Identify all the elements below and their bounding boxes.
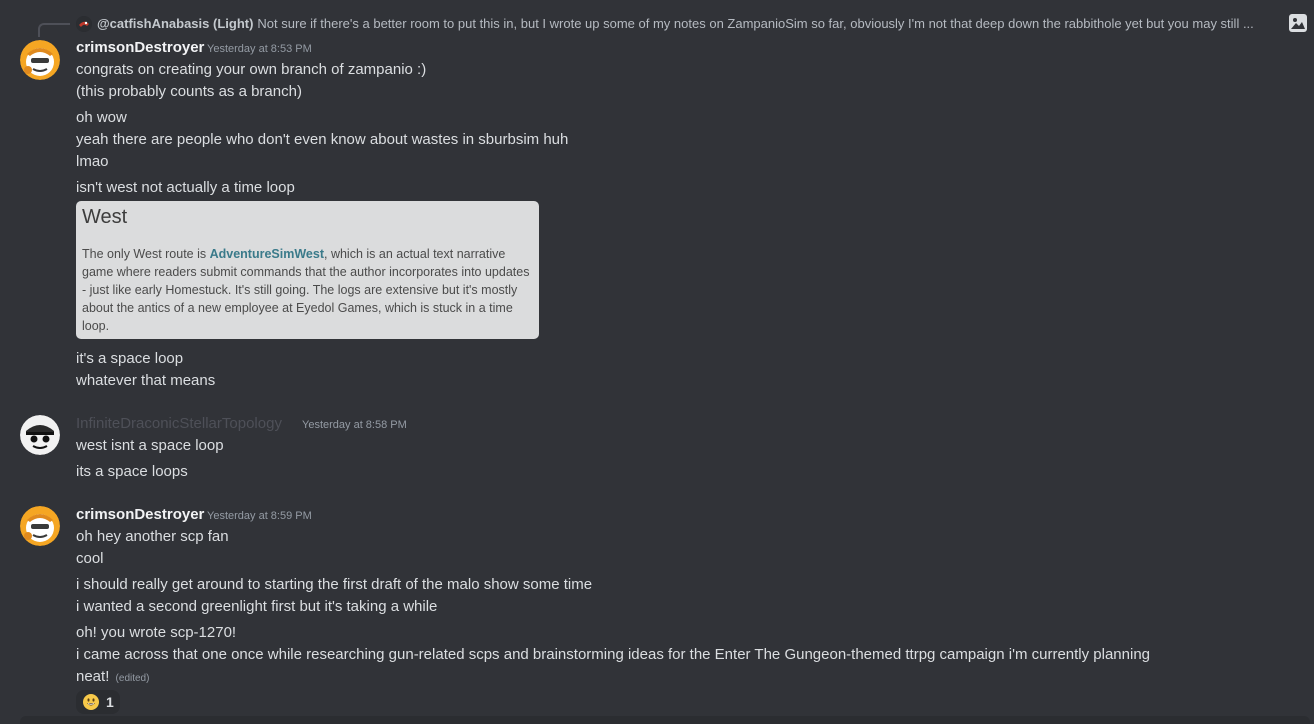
- message-text: its a space loops: [76, 463, 188, 480]
- image-embed[interactable]: West The only West route is AdventureSim…: [76, 201, 539, 339]
- edited-label: (edited): [115, 673, 150, 684]
- message-text: isn't west not actually a time loop: [76, 179, 295, 196]
- reaction-button[interactable]: 1: [76, 690, 120, 714]
- message-text: oh! you wrote scp-1270!: [76, 624, 237, 641]
- typing-bar: [20, 716, 1310, 724]
- reply-author-avatar[interactable]: [76, 16, 92, 32]
- embed-body: The only West route is AdventureSimWest,…: [82, 245, 534, 335]
- message-text: whatever that means: [76, 372, 216, 389]
- user-avatar[interactable]: [20, 506, 60, 546]
- reply-text[interactable]: Not sure if there's a better room to put…: [257, 15, 1280, 33]
- image-icon[interactable]: [1288, 13, 1308, 33]
- message-text: it's a space loop: [76, 350, 184, 367]
- message-author[interactable]: crimsonDestroyer: [76, 505, 204, 525]
- message-text: i came across that one once while resear…: [76, 646, 1151, 663]
- message-text-content: neat!: [76, 668, 110, 685]
- message-timestamp[interactable]: Yesterday at 8:59 PM: [207, 509, 312, 523]
- message-text: neat! (edited): [76, 667, 149, 689]
- message-text: i wanted a second greenlight first but i…: [76, 598, 438, 615]
- reaction-count: 1: [106, 694, 114, 710]
- reply-preview[interactable]: @catfishAnabasis (Light) Not sure if the…: [76, 15, 1280, 33]
- message-text: oh wow: [76, 109, 127, 126]
- message-text: (this probably counts as a branch): [76, 83, 302, 100]
- user-avatar[interactable]: [20, 415, 60, 455]
- message-timestamp[interactable]: Yesterday at 8:53 PM: [207, 42, 312, 56]
- message-author[interactable]: crimsonDestroyer: [76, 38, 204, 58]
- message-author[interactable]: InfiniteDraconicStellarTopology: [76, 414, 282, 434]
- reply-spine: [38, 23, 70, 37]
- message-text: west isnt a space loop: [76, 437, 224, 454]
- message-text: cool: [76, 550, 104, 567]
- chat-messages[interactable]: @catfishAnabasis (Light) Not sure if the…: [0, 0, 1314, 724]
- message-text: lmao: [76, 153, 109, 170]
- message-text: yeah there are people who don't even kno…: [76, 131, 569, 148]
- message-text: i should really get around to starting t…: [76, 576, 593, 593]
- message-text: congrats on creating your own branch of …: [76, 61, 427, 78]
- message-timestamp[interactable]: Yesterday at 8:58 PM: [302, 418, 407, 432]
- embed-title: West: [82, 206, 128, 228]
- message-text: oh hey another scp fan: [76, 528, 229, 545]
- grinning-face-icon: [83, 694, 99, 710]
- embed-text-before: The only West route is: [82, 247, 210, 261]
- embed-link: AdventureSimWest: [209, 247, 324, 261]
- reply-author[interactable]: @catfishAnabasis (Light): [97, 15, 253, 33]
- user-avatar[interactable]: [20, 40, 60, 80]
